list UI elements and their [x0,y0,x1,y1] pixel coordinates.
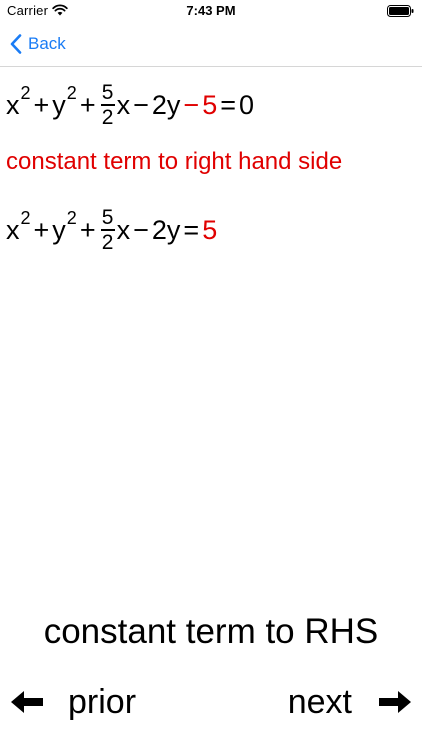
plus-operator: + [33,214,50,245]
exponent-x: 2 [20,207,31,228]
fraction-denominator: 2 [101,106,114,129]
clock: 7:43 PM [186,3,236,18]
exponent-y: 2 [66,207,77,228]
arrow-right-icon [379,691,411,713]
chevron-left-icon [10,34,22,54]
navigation-bar: Back [0,22,422,67]
fraction-numerator: 5 [101,81,114,104]
var-x: x [6,89,20,120]
rhs-value-highlighted: 5 [202,214,218,245]
rhs-value: 0 [239,89,255,120]
next-label: next [287,682,352,721]
var-x: x [6,214,20,245]
minus-operator: − [133,214,149,245]
var-x: x [116,89,131,120]
minus-operator-highlighted: − [183,89,200,120]
next-button[interactable]: next [288,680,412,724]
prior-label: prior [68,682,137,721]
term-2y: 2y [151,89,181,120]
plus-operator: + [79,214,96,245]
equals-sign: = [183,214,200,245]
back-button[interactable]: Back [10,30,66,58]
fraction: 5 2 [100,206,115,254]
var-x: x [116,214,131,245]
prior-button[interactable]: prior [10,680,136,724]
back-label: Back [28,34,66,53]
arrow-left-icon [11,691,43,713]
exponent-y: 2 [66,82,77,103]
plus-operator: + [79,89,96,120]
equals-sign: = [220,89,236,120]
step-title: constant term to RHS [43,612,379,651]
screen: Carrier 7:43 PM Back x 2 + y 2 + 5 2 x −… [0,0,422,750]
var-y: y [52,89,66,120]
term-2y: 2y [151,214,181,245]
fraction: 5 2 [100,81,115,129]
var-y: y [52,214,66,245]
status-bar: Carrier 7:43 PM [0,0,422,22]
plus-operator: + [33,89,50,120]
battery-icon [387,5,414,17]
fraction-numerator: 5 [101,206,114,229]
step-explanation: constant term to right hand side [6,148,343,175]
exponent-x: 2 [20,82,31,103]
minus-operator: − [133,89,149,120]
constant-term-highlighted: 5 [202,89,218,120]
fraction-denominator: 2 [101,231,114,254]
